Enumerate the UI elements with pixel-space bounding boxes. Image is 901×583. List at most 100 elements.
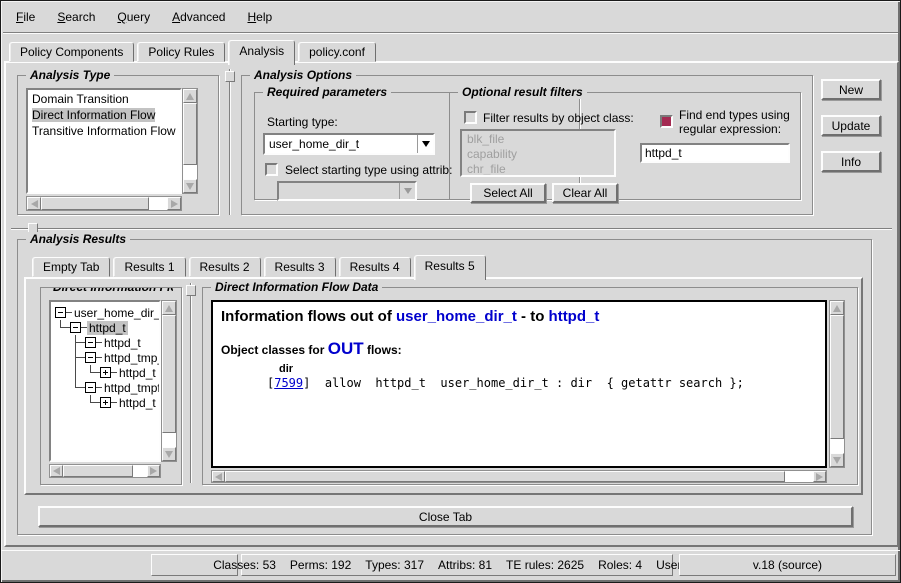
tree-node-label[interactable]: httpd_t	[102, 336, 143, 350]
rule-number-link[interactable]: 7599	[274, 376, 303, 390]
tree-guide	[55, 350, 70, 365]
info-button[interactable]: Info	[821, 151, 881, 172]
menu-query[interactable]: Query	[106, 6, 161, 28]
results-tab-results-2[interactable]: Results 2	[189, 257, 261, 277]
attrib-checkbox[interactable]	[265, 163, 278, 176]
analysis-type-item-transitive-information-flow[interactable]: Transitive Information Flow	[30, 123, 178, 139]
tree-node-label[interactable]: httpd_t	[87, 321, 128, 335]
menu-file[interactable]: File	[5, 6, 46, 28]
scrollbar-thumb[interactable]	[830, 315, 844, 439]
tab-policy-components[interactable]: Policy Components	[9, 42, 134, 62]
tree-row-httpd-t-2[interactable]: httpd_t	[55, 335, 159, 350]
results-tab-results-5[interactable]: Results 5	[414, 255, 486, 280]
regex-input[interactable]	[640, 143, 790, 163]
status-stats-panel: Classes: 53Perms: 192Types: 317Attribs: …	[241, 554, 673, 576]
data-vscrollbar[interactable]	[829, 300, 845, 468]
scroll-up-icon[interactable]	[183, 89, 197, 103]
results-tab-empty-tab[interactable]: Empty Tab	[32, 257, 110, 277]
regex-checkbox[interactable]	[660, 115, 673, 128]
results-horizontal-sash[interactable]	[11, 228, 892, 230]
collapse-icon[interactable]	[55, 307, 66, 318]
menu-help[interactable]: Help	[236, 6, 283, 28]
main-tab-bar: Policy ComponentsPolicy RulesAnalysispol…	[9, 37, 376, 62]
scrollbar-thumb[interactable]	[162, 315, 176, 433]
scroll-left-icon[interactable]	[50, 465, 63, 477]
collapse-icon[interactable]	[85, 352, 96, 363]
tree-row-httpd-tmpfs-t-5[interactable]: httpd_tmpfs_t	[55, 380, 159, 395]
results-tab-results-3[interactable]: Results 3	[264, 257, 336, 277]
results-tab-results-1[interactable]: Results 1	[113, 257, 185, 277]
scroll-down-icon[interactable]	[830, 453, 844, 467]
apol-window: FileSearchQueryAdvancedHelp Policy Compo…	[0, 0, 901, 583]
tree-row-httpd-t-4[interactable]: httpd_t	[55, 365, 159, 380]
analysis-type-vscrollbar[interactable]	[182, 88, 198, 194]
status-stat: Classes: 53	[213, 558, 276, 572]
collapse-icon[interactable]	[85, 337, 96, 348]
object-class-listbox[interactable]: blk_filecapabilitychr_file	[460, 129, 616, 177]
scrollbar-thumb[interactable]	[41, 197, 149, 210]
status-stat: Attribs: 81	[438, 558, 492, 572]
scroll-up-icon[interactable]	[830, 301, 844, 315]
analysis-options-group: Analysis Options Required parameters Sta…	[241, 75, 813, 215]
analysis-type-item-domain-transition[interactable]: Domain Transition	[30, 91, 178, 107]
combobox-dropdown-icon[interactable]	[417, 135, 433, 153]
flow-data-title: Direct Information Flow Data	[211, 280, 382, 294]
scroll-right-icon[interactable]	[167, 197, 181, 210]
analysis-type-item-direct-information-flow[interactable]: Direct Information Flow	[30, 107, 178, 123]
clear-all-button[interactable]: Clear All	[552, 183, 618, 203]
tree-guide	[70, 380, 85, 395]
scroll-left-icon[interactable]	[27, 197, 41, 210]
tree-node-label[interactable]: httpd_t	[117, 366, 158, 380]
tree-vscrollbar[interactable]	[161, 300, 177, 462]
status-stat: Roles: 4	[598, 558, 642, 572]
collapse-icon[interactable]	[70, 322, 81, 333]
expand-icon[interactable]	[100, 367, 111, 378]
tab-analysis[interactable]: Analysis	[228, 40, 295, 65]
tree-node-label[interactable]: httpd_tmpfs_t	[102, 381, 161, 395]
close-tab-button[interactable]: Close Tab	[38, 506, 853, 527]
tree-hscrollbar[interactable]	[49, 464, 161, 478]
tree-row-user-home-dir-t-0[interactable]: user_home_dir_t	[55, 305, 159, 320]
data-hscrollbar[interactable]	[211, 470, 827, 483]
results-vertical-sash[interactable]	[190, 283, 192, 483]
tab-policy-rules[interactable]: Policy Rules	[137, 42, 225, 62]
flow-data-textarea[interactable]: Information flows out of user_home_dir_t…	[211, 300, 827, 468]
starting-type-combobox[interactable]: user_home_dir_t	[263, 133, 435, 155]
results-tab-results-4[interactable]: Results 4	[339, 257, 411, 277]
analysis-type-hscrollbar[interactable]	[26, 196, 182, 211]
tab-policy-conf[interactable]: policy.conf	[298, 42, 376, 62]
main-frame: Analysis Type Domain TransitionDirect In…	[4, 61, 899, 547]
select-all-button[interactable]: Select All	[470, 183, 546, 203]
scrollbar-thumb[interactable]	[183, 103, 197, 165]
collapse-icon[interactable]	[85, 382, 96, 393]
tree-guide	[55, 335, 70, 350]
menu-advanced[interactable]: Advanced	[161, 6, 236, 28]
tree-row-httpd-t-1[interactable]: httpd_t	[55, 320, 159, 335]
menu-search[interactable]: Search	[46, 6, 106, 28]
analysis-results-title: Analysis Results	[26, 232, 130, 246]
tree-node-label[interactable]: httpd_t	[117, 396, 158, 410]
tree-row-httpd-tmp-t-3[interactable]: httpd_tmp_t	[55, 350, 159, 365]
expand-icon[interactable]	[100, 397, 111, 408]
tree-node-label[interactable]: httpd_tmp_t	[102, 351, 161, 365]
scroll-left-icon[interactable]	[212, 471, 225, 482]
attrib-combobox[interactable]	[277, 181, 417, 201]
flow-tree[interactable]: user_home_dir_thttpd_thttpd_thttpd_tmp_t…	[49, 300, 161, 462]
top-vertical-sash-handle[interactable]	[225, 71, 235, 82]
results-vertical-sash-handle[interactable]	[186, 285, 196, 296]
scroll-right-icon[interactable]	[813, 471, 826, 482]
result-line-rule: [7599] allow httpd_t user_home_dir_t : d…	[267, 376, 819, 390]
scroll-right-icon[interactable]	[147, 465, 160, 477]
analysis-type-listbox[interactable]: Domain TransitionDirect Information Flow…	[26, 88, 182, 194]
scroll-up-icon[interactable]	[162, 301, 176, 315]
top-vertical-sash[interactable]	[229, 69, 231, 215]
scroll-down-icon[interactable]	[183, 179, 197, 193]
tree-row-httpd-t-6[interactable]: httpd_t	[55, 395, 159, 410]
filter-by-class-checkbox[interactable]	[464, 111, 477, 124]
new-button[interactable]: New	[821, 79, 881, 100]
scroll-down-icon[interactable]	[162, 447, 176, 461]
scrollbar-thumb[interactable]	[63, 465, 133, 477]
update-button[interactable]: Update	[821, 115, 881, 136]
scrollbar-thumb[interactable]	[225, 471, 785, 482]
tree-node-label[interactable]: user_home_dir_t	[72, 306, 161, 320]
